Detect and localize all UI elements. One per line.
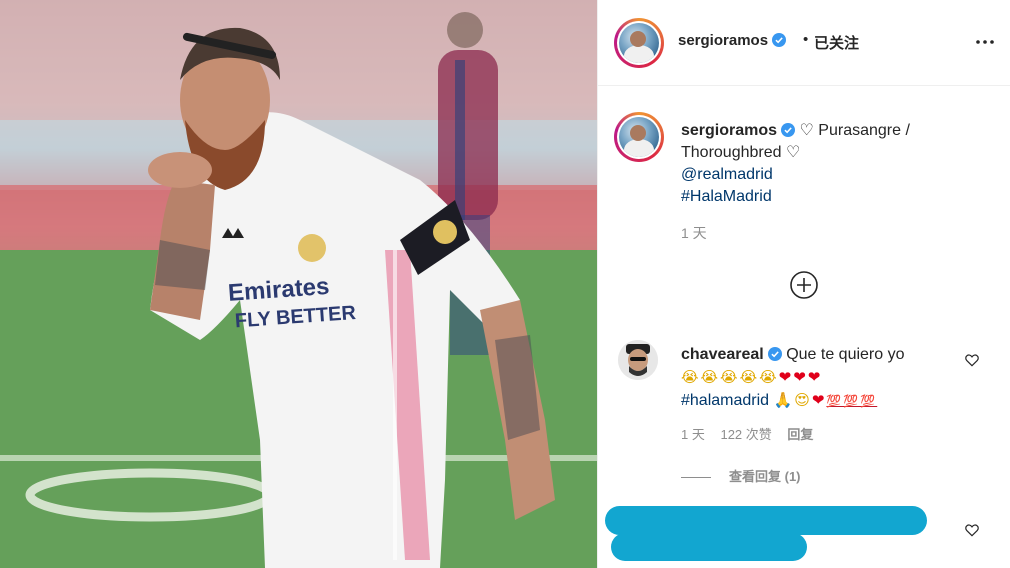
heart-eyes-emoji-icon: 😍 [794, 391, 812, 409]
view-replies-button[interactable]: 查看回复 (1) [681, 466, 801, 485]
caption-author-avatar[interactable] [614, 112, 664, 162]
hundred-points-emoji-icon: 💯💯💯 [826, 394, 878, 408]
replies-divider-line [681, 477, 711, 479]
praying-hands-emoji-icon: 🙏 [773, 391, 795, 409]
author-avatar[interactable] [614, 18, 664, 68]
caption-hashtag-link[interactable]: #HalaMadrid [681, 188, 772, 205]
comment-text: Que te quiero yo [786, 346, 905, 363]
comment-hashtag-link[interactable]: #halamadrid [681, 392, 769, 409]
heart-outline-icon[interactable] [964, 522, 980, 538]
caption-timestamp[interactable]: 1 天 [681, 223, 707, 243]
caption-line-2: Thoroughbred ♡ [681, 144, 801, 161]
red-heart-emoji-icon: ❤❤❤ [778, 368, 823, 386]
more-options-icon[interactable] [973, 30, 997, 54]
comment-reply-button[interactable]: 回复 [787, 427, 813, 442]
redacted-comment-block [605, 506, 927, 535]
post-header: sergioramos • 已关注 [598, 0, 1010, 86]
author-username[interactable]: sergioramos [678, 32, 768, 49]
red-heart-emoji-icon: ❤ [811, 391, 827, 409]
comment-timestamp[interactable]: 1 天 [681, 427, 705, 442]
plus-circle-icon[interactable] [789, 270, 819, 300]
commenter-avatar[interactable] [618, 340, 658, 380]
post-photo[interactable]: Emirates FLY BETTER [0, 0, 597, 568]
verified-icon [781, 123, 796, 137]
verified-icon [772, 33, 787, 47]
caption-mention-link[interactable]: @realmadrid [681, 166, 773, 183]
follow-status-button[interactable]: 已关注 [814, 32, 859, 53]
caption-author-username[interactable]: sergioramos [681, 122, 777, 139]
crying-emoji-icon: 😭😭😭😭😭 [681, 368, 779, 386]
heart-outline-icon[interactable] [964, 352, 980, 368]
commenter-username[interactable]: chaveareal [681, 346, 764, 363]
follow-separator: • [803, 31, 809, 48]
caption-line-1: ♡ Purasangre / [799, 122, 910, 139]
view-replies-label: 查看回复 (1) [729, 469, 801, 484]
post-side-panel: sergioramos • 已关注 sergioramos ♡ Purasang… [597, 0, 1010, 568]
verified-icon [767, 347, 782, 361]
comment-like-count[interactable]: 122 次赞 [720, 427, 771, 442]
commenter-avatar-image [618, 340, 658, 380]
post-photo-illustration: Emirates FLY BETTER [0, 0, 597, 568]
redacted-comment-block [611, 533, 807, 561]
